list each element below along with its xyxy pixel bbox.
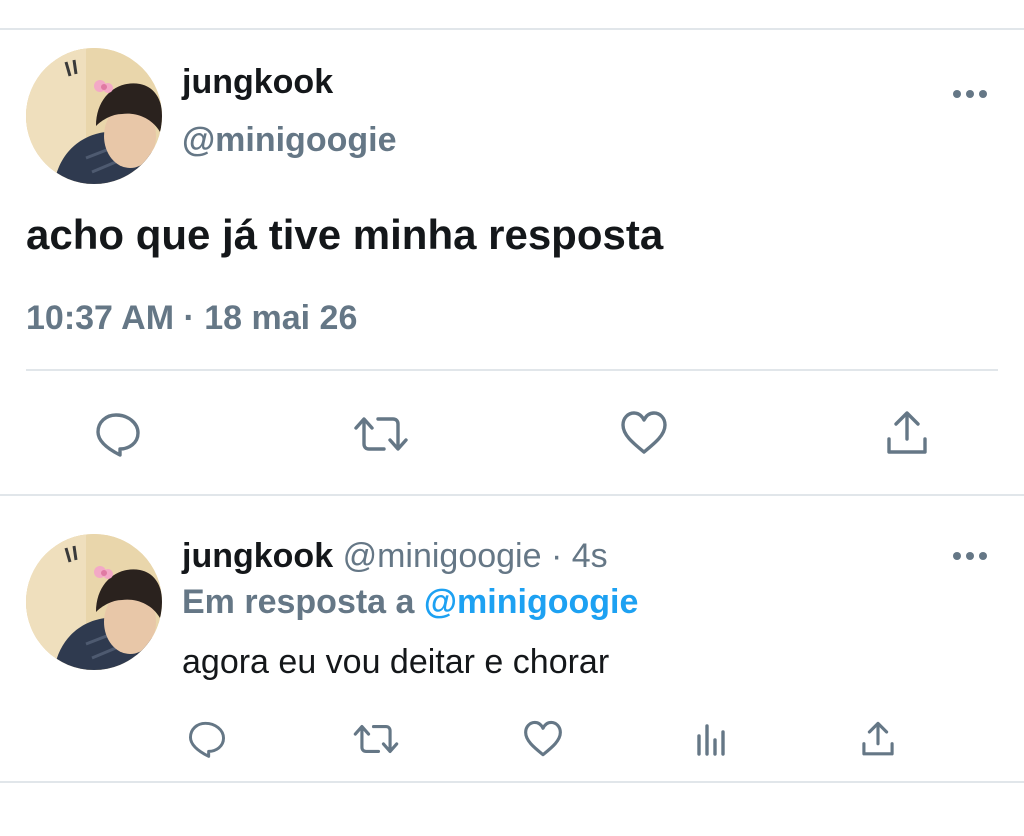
user-handle[interactable]: @minigoogie bbox=[343, 537, 542, 575]
display-name[interactable]: jungkook bbox=[182, 62, 333, 102]
avatar-photo bbox=[26, 534, 162, 670]
retweet-icon[interactable] bbox=[350, 716, 402, 762]
analytics-icon[interactable] bbox=[690, 716, 732, 762]
reply-prefix: Em resposta a bbox=[182, 583, 415, 621]
reply-icon[interactable] bbox=[88, 406, 148, 462]
top-divider bbox=[0, 28, 1024, 30]
bottom-divider bbox=[0, 781, 1024, 783]
reply-context: Em resposta a @minigoogie bbox=[182, 582, 638, 622]
avatar[interactable] bbox=[26, 48, 162, 184]
reply-icon[interactable] bbox=[184, 716, 230, 762]
reply-header: jungkook @minigoogie · 4s bbox=[182, 536, 608, 576]
user-handle[interactable]: @minigoogie bbox=[182, 120, 396, 160]
tweet-separator bbox=[0, 494, 1024, 496]
tweet-timestamp[interactable]: 10:37 AM · 18 mai 26 bbox=[26, 298, 357, 338]
avatar[interactable] bbox=[26, 534, 162, 670]
like-icon[interactable] bbox=[614, 404, 674, 462]
reply-to-link[interactable]: @minigoogie bbox=[424, 583, 638, 621]
actions-divider bbox=[26, 369, 998, 371]
retweet-icon[interactable] bbox=[350, 406, 412, 462]
separator-dot: · bbox=[550, 537, 563, 575]
tweet-text: agora eu vou deitar e chorar bbox=[182, 643, 610, 681]
display-name[interactable]: jungkook bbox=[182, 537, 333, 575]
avatar-photo bbox=[26, 48, 162, 184]
share-icon[interactable] bbox=[878, 404, 936, 462]
more-horizontal-icon[interactable] bbox=[944, 80, 996, 108]
like-icon[interactable] bbox=[520, 716, 566, 762]
tweet-text: acho que já tive minha resposta bbox=[26, 211, 664, 258]
share-icon[interactable] bbox=[856, 716, 900, 762]
time-ago[interactable]: 4s bbox=[572, 537, 608, 575]
more-horizontal-icon[interactable] bbox=[944, 542, 996, 570]
